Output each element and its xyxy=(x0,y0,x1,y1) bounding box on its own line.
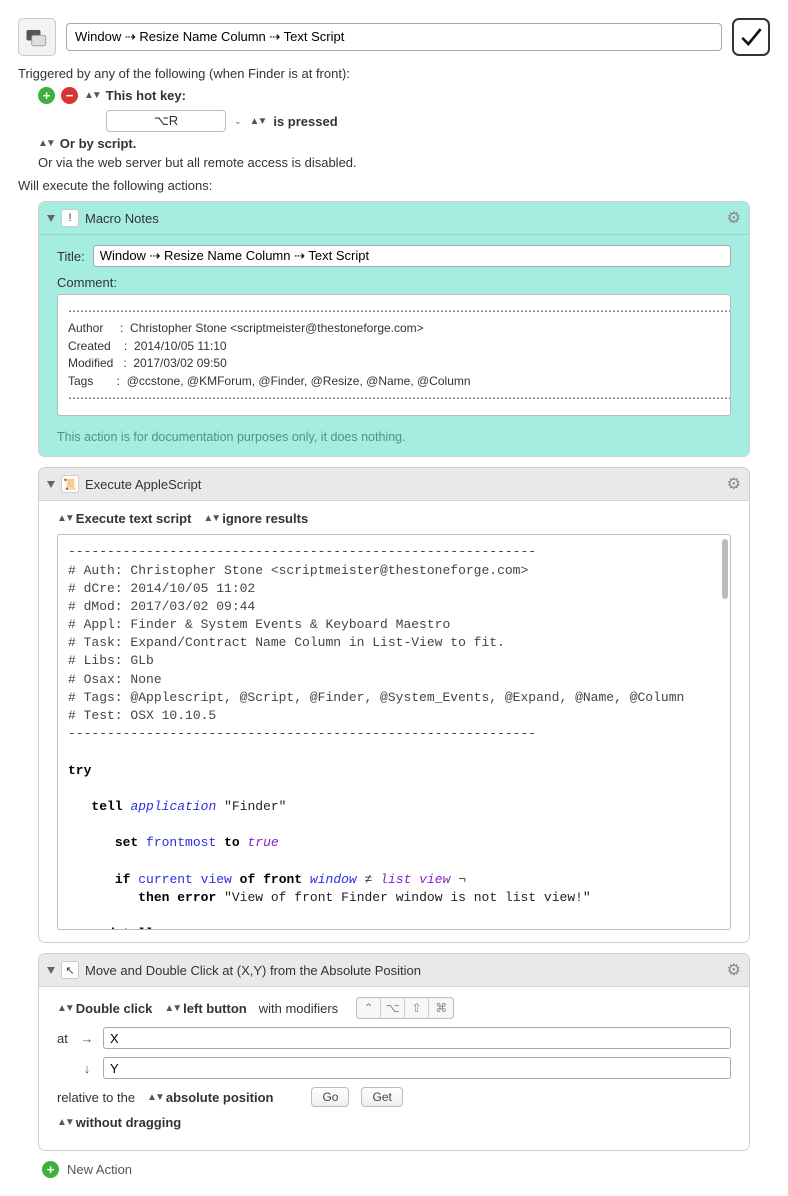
doc-note: This action is for documentation purpose… xyxy=(57,430,731,444)
action-macro-notes: ! Macro Notes ⚙ Title: Comment: ⋯⋯⋯⋯⋯⋯⋯⋯… xyxy=(38,201,750,457)
notes-title-input[interactable] xyxy=(93,245,731,267)
relative-menu[interactable]: ▲▼ absolute position xyxy=(147,1090,273,1105)
pressed-label: is pressed xyxy=(273,114,337,129)
with-mods-label: with modifiers xyxy=(259,1001,338,1016)
remove-trigger-button[interactable]: − xyxy=(61,87,78,104)
macro-name-input[interactable] xyxy=(66,23,722,51)
action-applescript: 📜 Execute AppleScript ⚙ ▲▼ Execute text … xyxy=(38,467,750,943)
gear-icon[interactable]: ⚙ xyxy=(727,208,741,228)
gear-icon[interactable]: ⚙ xyxy=(727,960,741,980)
add-trigger-button[interactable]: + xyxy=(38,87,55,104)
new-action-label: New Action xyxy=(67,1162,132,1177)
mod-cmd-toggle[interactable]: ⌘ xyxy=(429,998,453,1018)
macro-icon xyxy=(18,18,56,56)
title-label: Title: xyxy=(57,249,85,264)
drag-menu[interactable]: ▲▼ without dragging xyxy=(57,1115,181,1130)
relative-label: relative to the xyxy=(57,1090,135,1105)
go-button[interactable]: Go xyxy=(311,1087,349,1107)
action-title: Move and Double Click at (X,Y) from the … xyxy=(85,963,421,978)
exec-mode-menu[interactable]: ▲▼ Execute text script xyxy=(57,511,191,526)
gear-icon[interactable]: ⚙ xyxy=(727,474,741,494)
action-title: Macro Notes xyxy=(85,211,159,226)
disclose-icon[interactable] xyxy=(47,967,55,974)
button-menu[interactable]: ▲▼ left button xyxy=(164,1001,246,1016)
sort-icon[interactable]: ▲▼ xyxy=(38,138,54,149)
y-input[interactable] xyxy=(103,1057,731,1079)
mod-opt-toggle[interactable]: ⌥ xyxy=(381,998,405,1018)
sort-icon[interactable]: ▲▼ xyxy=(84,90,100,101)
get-button[interactable]: Get xyxy=(361,1087,402,1107)
or-web-label: Or via the web server but all remote acc… xyxy=(38,155,770,170)
enable-toggle[interactable] xyxy=(732,18,770,56)
at-label: at xyxy=(57,1031,71,1046)
or-script-label: Or by script. xyxy=(60,136,137,151)
disclose-icon[interactable] xyxy=(47,215,55,222)
mod-shift-toggle[interactable]: ⇧ xyxy=(405,998,429,1018)
comment-textarea[interactable]: ⋯⋯⋯⋯⋯⋯⋯⋯⋯⋯⋯⋯⋯⋯⋯⋯⋯⋯⋯⋯⋯⋯⋯⋯⋯⋯⋯⋯⋯⋯⋯⋯⋯⋯⋯⋯⋯⋯⋯⋯… xyxy=(57,294,731,416)
notes-icon: ! xyxy=(61,209,79,227)
action-click: ↖ Move and Double Click at (X,Y) from th… xyxy=(38,953,750,1151)
cursor-icon: ↖ xyxy=(61,961,79,979)
mod-ctrl-toggle[interactable]: ⌃ xyxy=(357,998,381,1018)
sort-icon[interactable]: ▲▼ xyxy=(250,116,266,127)
comment-label: Comment: xyxy=(57,275,731,290)
trigger-intro: Triggered by any of the following (when … xyxy=(18,66,770,81)
x-input[interactable] xyxy=(103,1027,731,1049)
trigger-hotkey-label: This hot key: xyxy=(106,88,186,103)
new-action-button[interactable]: + xyxy=(42,1161,59,1178)
scrollbar[interactable] xyxy=(722,539,728,599)
action-title: Execute AppleScript xyxy=(85,477,201,492)
script-icon: 📜 xyxy=(61,475,79,493)
hotkey-field[interactable]: ⌥R xyxy=(106,110,226,132)
right-arrow-icon: → xyxy=(79,1031,95,1046)
result-mode-menu[interactable]: ▲▼ ignore results xyxy=(203,511,308,526)
hotkey-menu-icon[interactable]: ⌄ xyxy=(234,116,242,127)
down-arrow-icon: ↓ xyxy=(79,1061,95,1076)
disclose-icon[interactable] xyxy=(47,481,55,488)
click-type-menu[interactable]: ▲▼ Double click xyxy=(57,1001,152,1016)
exec-intro: Will execute the following actions: xyxy=(18,178,770,193)
script-text-area[interactable]: ----------------------------------------… xyxy=(57,534,731,930)
